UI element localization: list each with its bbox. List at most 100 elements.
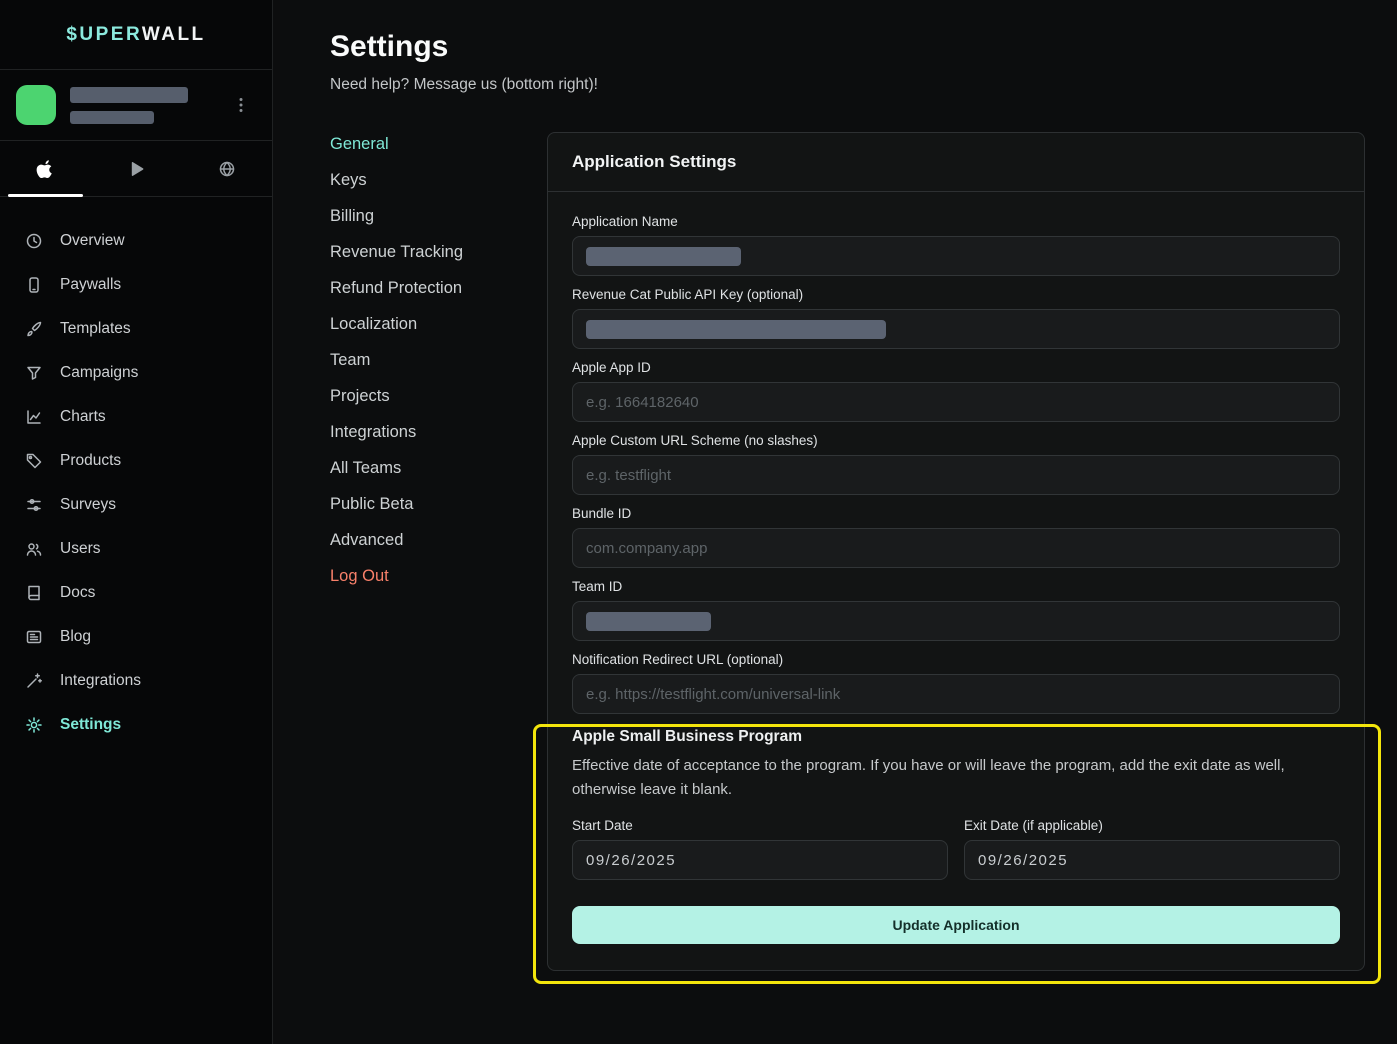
settings-section-nav: General Keys Billing Revenue Tracking Re…	[330, 132, 547, 602]
field-team-id: Team ID	[572, 579, 1340, 641]
settings-nav-public-beta[interactable]: Public Beta	[330, 494, 547, 515]
settings-nav-refund-protection[interactable]: Refund Protection	[330, 278, 547, 299]
settings-nav-keys[interactable]: Keys	[330, 170, 547, 191]
sidebar-item-overview[interactable]: Overview	[0, 219, 272, 263]
sidebar: $UPERWALL	[0, 0, 273, 1044]
settings-nav-logout[interactable]: Log Out	[330, 566, 547, 587]
start-date-label: Start Date	[572, 818, 948, 833]
sidebar-item-label: Templates	[60, 320, 131, 338]
sidebar-item-label: Paywalls	[60, 276, 121, 294]
redacted-bar	[70, 87, 188, 103]
brand-logo-suffix: WALL	[142, 24, 206, 45]
update-application-button[interactable]: Update Application	[572, 906, 1340, 944]
sidebar-item-campaigns[interactable]: Campaigns	[0, 351, 272, 395]
apple-icon	[36, 159, 54, 179]
application-name-input[interactable]	[572, 236, 1340, 276]
page-title: Settings	[330, 30, 1365, 64]
settings-nav-team[interactable]: Team	[330, 350, 547, 371]
main-content: Settings Need help? Message us (bottom r…	[273, 0, 1397, 1044]
sidebar-item-templates[interactable]: Templates	[0, 307, 272, 351]
card-body: Application Name Revenue Cat Public API …	[548, 192, 1364, 970]
field-label: Apple Custom URL Scheme (no slashes)	[572, 433, 1340, 448]
settings-nav-revenue-tracking[interactable]: Revenue Tracking	[330, 242, 547, 263]
settings-nav-billing[interactable]: Billing	[330, 206, 547, 227]
notification-redirect-url-input[interactable]	[572, 674, 1340, 714]
apple-app-id-input[interactable]	[572, 382, 1340, 422]
sidebar-item-label: Integrations	[60, 672, 141, 690]
docs-icon	[25, 584, 43, 602]
redacted-value	[586, 247, 741, 266]
brand-logo-prefix: $UPER	[66, 24, 142, 45]
blog-icon	[25, 628, 43, 646]
platform-tabs	[0, 141, 272, 197]
card-title: Application Settings	[548, 133, 1364, 192]
sidebar-item-label: Surveys	[60, 496, 116, 514]
field-label: Application Name	[572, 214, 1340, 229]
sidebar-item-charts[interactable]: Charts	[0, 395, 272, 439]
play-icon	[127, 160, 145, 178]
platform-tab-apple[interactable]	[0, 141, 91, 196]
sidebar-item-label: Charts	[60, 408, 106, 426]
brand-logo-text: $UPERWALL	[66, 24, 205, 46]
team-id-input[interactable]	[572, 601, 1340, 641]
revenuecat-api-key-input[interactable]	[572, 309, 1340, 349]
products-icon	[25, 452, 43, 470]
settings-nav-general[interactable]: General	[330, 134, 547, 155]
app-root: $UPERWALL	[0, 0, 1397, 1044]
field-notification-redirect-url: Notification Redirect URL (optional)	[572, 652, 1340, 714]
settings-nav-integrations[interactable]: Integrations	[330, 422, 547, 443]
charts-icon	[25, 408, 43, 426]
application-settings-card: Application Settings Application Name Re…	[547, 132, 1365, 971]
start-date-input[interactable]	[572, 840, 948, 880]
workspace-name-redacted	[70, 87, 226, 124]
settings-gear-icon	[25, 716, 43, 734]
campaigns-icon	[25, 364, 43, 382]
sidebar-item-users[interactable]: Users	[0, 527, 272, 571]
sidebar-item-settings[interactable]: Settings	[0, 703, 272, 747]
settings-nav-projects[interactable]: Projects	[330, 386, 547, 407]
redacted-value	[586, 320, 886, 339]
exit-date-field: Exit Date (if applicable)	[964, 818, 1340, 880]
date-row: Start Date Exit Date (if applicable)	[572, 818, 1340, 880]
exit-date-input[interactable]	[964, 840, 1340, 880]
field-apple-app-id: Apple App ID	[572, 360, 1340, 422]
page-subtitle: Need help? Message us (bottom right)!	[330, 76, 1365, 94]
integrations-icon	[25, 672, 43, 690]
field-label: Bundle ID	[572, 506, 1340, 521]
apple-small-business-section: Apple Small Business Program Effective d…	[572, 728, 1340, 880]
sidebar-item-label: Products	[60, 452, 121, 470]
sidebar-item-products[interactable]: Products	[0, 439, 272, 483]
field-label: Revenue Cat Public API Key (optional)	[572, 287, 1340, 302]
redacted-value	[586, 612, 711, 631]
sidebar-item-integrations[interactable]: Integrations	[0, 659, 272, 703]
paywalls-icon	[25, 276, 43, 294]
field-apple-custom-url-scheme: Apple Custom URL Scheme (no slashes)	[572, 433, 1340, 495]
sidebar-item-paywalls[interactable]: Paywalls	[0, 263, 272, 307]
workspace-selector[interactable]	[0, 70, 272, 141]
sidebar-item-label: Campaigns	[60, 364, 138, 382]
settings-nav-advanced[interactable]: Advanced	[330, 530, 547, 551]
redacted-bar	[70, 111, 154, 124]
small-business-title: Apple Small Business Program	[572, 728, 1340, 746]
sidebar-item-blog[interactable]: Blog	[0, 615, 272, 659]
platform-tab-web[interactable]	[181, 141, 272, 196]
field-label: Notification Redirect URL (optional)	[572, 652, 1340, 667]
field-bundle-id: Bundle ID	[572, 506, 1340, 568]
sidebar-item-surveys[interactable]: Surveys	[0, 483, 272, 527]
brand-logo[interactable]: $UPERWALL	[0, 0, 272, 70]
templates-icon	[25, 320, 43, 338]
apple-custom-url-scheme-input[interactable]	[572, 455, 1340, 495]
field-label: Apple App ID	[572, 360, 1340, 375]
settings-nav-all-teams[interactable]: All Teams	[330, 458, 547, 479]
bundle-id-input[interactable]	[572, 528, 1340, 568]
surveys-icon	[25, 496, 43, 514]
sidebar-item-docs[interactable]: Docs	[0, 571, 272, 615]
start-date-field: Start Date	[572, 818, 948, 880]
workspace-avatar	[16, 85, 56, 125]
sidebar-item-label: Users	[60, 540, 100, 558]
field-revenuecat-api-key: Revenue Cat Public API Key (optional)	[572, 287, 1340, 349]
kebab-menu-icon[interactable]	[226, 92, 256, 118]
sidebar-nav: Overview Paywalls Templates Campaigns Ch…	[0, 197, 272, 747]
platform-tab-android[interactable]	[91, 141, 182, 196]
settings-nav-localization[interactable]: Localization	[330, 314, 547, 335]
